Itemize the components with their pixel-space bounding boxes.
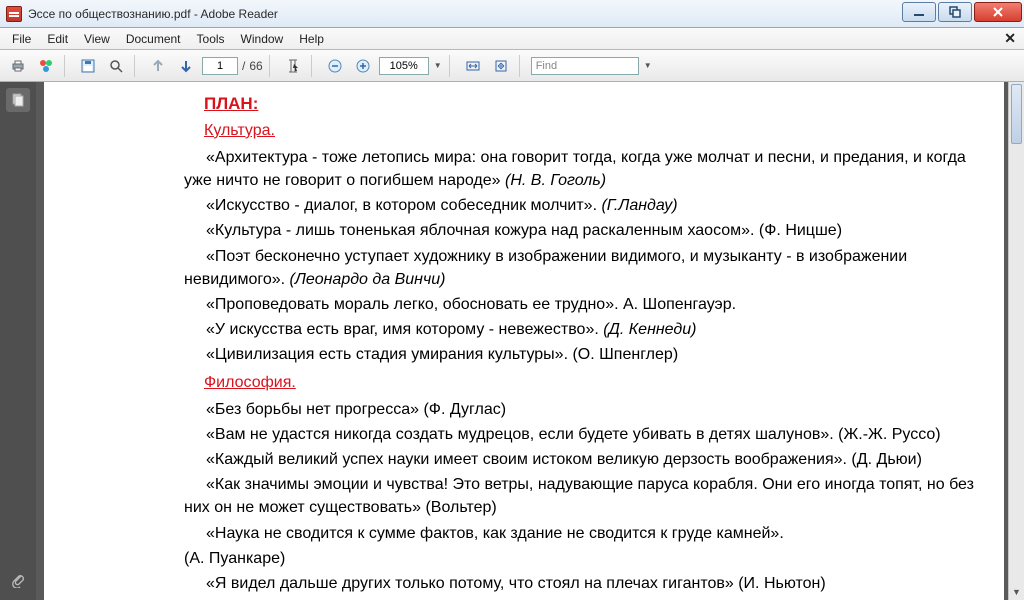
select-tool-button[interactable] <box>281 55 305 77</box>
pdf-page[interactable]: ПЛАН: Культура. «Архитектура - тоже лето… <box>44 82 1004 600</box>
paragraph: «Искусство - диалог, в котором собеседни… <box>184 194 976 217</box>
paragraph: «Поэт бесконечно уступает художнику в из… <box>184 245 976 291</box>
scroll-thumb[interactable] <box>1011 84 1022 144</box>
work-area: ПЛАН: Культура. «Архитектура - тоже лето… <box>0 82 1024 600</box>
menu-file[interactable]: File <box>4 30 39 48</box>
prev-page-button[interactable] <box>146 55 170 77</box>
document-viewport: ПЛАН: Культура. «Архитектура - тоже лето… <box>36 82 1024 600</box>
vertical-scrollbar[interactable]: ▲ ▼ <box>1008 82 1024 600</box>
scroll-down-icon[interactable]: ▼ <box>1009 584 1024 600</box>
fit-width-button[interactable] <box>461 55 485 77</box>
menu-edit[interactable]: Edit <box>39 30 76 48</box>
close-button[interactable] <box>974 2 1022 22</box>
maximize-button[interactable] <box>938 2 972 22</box>
heading-plan: ПЛАН: <box>204 92 976 117</box>
toolbar: 1 / 66 105% ▼ Find ▼ <box>0 50 1024 82</box>
menu-view[interactable]: View <box>76 30 118 48</box>
paragraph: «Я видел дальше других только потому, чт… <box>184 572 976 595</box>
paragraph: «Проповедовать мораль легко, обосновать … <box>184 293 976 316</box>
nav-sidebar <box>0 82 36 600</box>
paragraph: «Наука не сводится к сумме фактов, как з… <box>184 522 976 545</box>
paragraph: (А. Пуанкаре) <box>184 547 976 570</box>
find-input[interactable]: Find <box>531 57 639 75</box>
window-title: Эссе по обществознанию.pdf - Adobe Reade… <box>28 7 902 21</box>
search-button[interactable] <box>104 55 128 77</box>
paragraph: «Вам не удастся никогда создать мудрецов… <box>184 423 976 446</box>
paragraph: «Без борьбы нет прогресса» (Ф. Дуглас) <box>184 398 976 421</box>
heading-culture: Культура. <box>204 119 275 142</box>
separator <box>269 55 275 77</box>
zoom-out-button[interactable] <box>323 55 347 77</box>
separator <box>519 55 525 77</box>
menu-window[interactable]: Window <box>233 30 292 48</box>
paragraph: «Цивилизация есть стадия умирания культу… <box>184 343 976 366</box>
menu-tools[interactable]: Tools <box>189 30 233 48</box>
paragraph: «Как значимы эмоции и чувства! Это ветры… <box>184 473 976 519</box>
menu-help[interactable]: Help <box>291 30 332 48</box>
next-page-button[interactable] <box>174 55 198 77</box>
pages-panel-button[interactable] <box>6 88 30 112</box>
minimize-button[interactable] <box>902 2 936 22</box>
fit-page-button[interactable] <box>489 55 513 77</box>
paragraph: «У искусства есть враг, имя которому - н… <box>184 318 976 341</box>
save-button[interactable] <box>76 55 100 77</box>
print-button[interactable] <box>6 55 30 77</box>
separator <box>134 55 140 77</box>
paragraph: «Культура - лишь тоненькая яблочная кожу… <box>184 219 976 242</box>
email-button[interactable] <box>34 55 58 77</box>
adobe-reader-icon <box>6 6 22 22</box>
attachments-panel-button[interactable] <box>6 568 30 592</box>
page-separator: / <box>242 59 245 73</box>
paragraph: «Каждый великий успех науки имеет своим … <box>184 448 976 471</box>
page-number-input[interactable]: 1 <box>202 57 238 75</box>
heading-philosophy: Философия. <box>204 371 296 394</box>
page-total: 66 <box>249 59 262 73</box>
find-dropdown-icon[interactable]: ▼ <box>643 61 653 70</box>
zoom-level[interactable]: 105% <box>379 57 429 75</box>
zoom-in-button[interactable] <box>351 55 375 77</box>
zoom-dropdown-icon[interactable]: ▼ <box>433 61 443 70</box>
close-doc-icon[interactable]: ✕ <box>1004 30 1016 47</box>
menu-document[interactable]: Document <box>118 30 189 48</box>
menu-bar: File Edit View Document Tools Window Hel… <box>0 28 1024 50</box>
paragraph: «Архитектура - тоже летопись мира: она г… <box>184 146 976 192</box>
separator <box>311 55 317 77</box>
title-bar: Эссе по обществознанию.pdf - Adobe Reade… <box>0 0 1024 28</box>
separator <box>449 55 455 77</box>
separator <box>64 55 70 77</box>
